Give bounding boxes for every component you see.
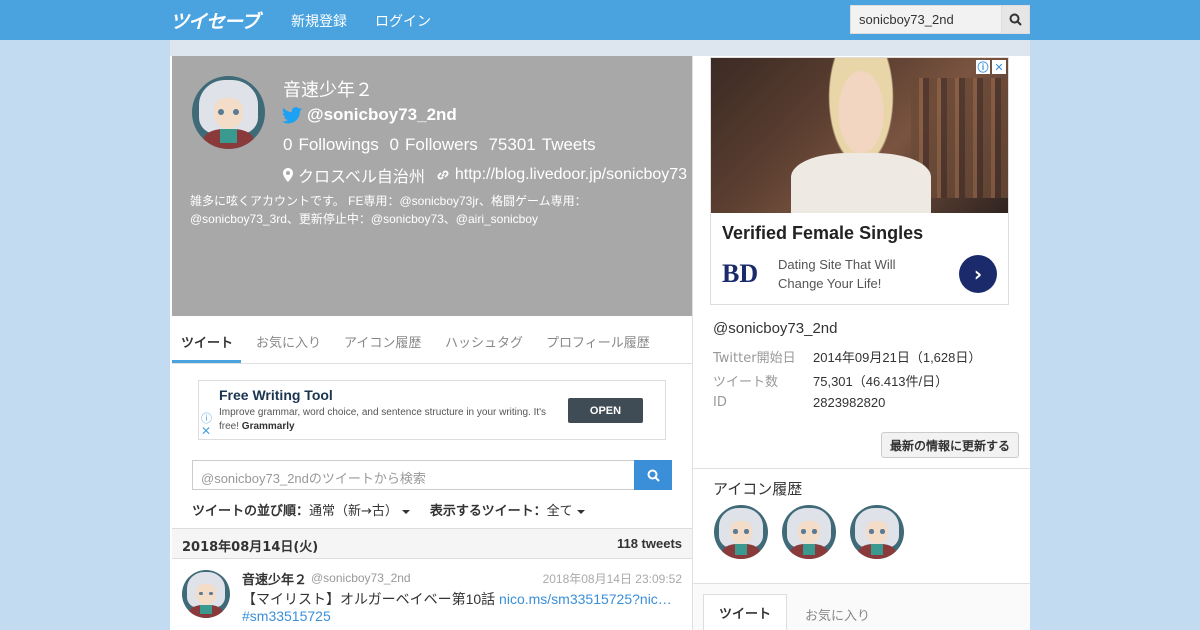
ad-info-icon[interactable]: ⓘ <box>976 60 990 74</box>
tab-favorites[interactable]: お気に入り <box>256 332 321 351</box>
section-divider <box>693 468 1030 469</box>
info-tweets-value: 75,301（46.413件/日） <box>813 374 949 389</box>
site-search-input[interactable]: sonicboy73_2nd <box>850 5 1002 34</box>
info-id-label: ID <box>713 395 727 410</box>
tweet-author-handle[interactable]: @sonicboy73_2nd <box>311 571 411 585</box>
sponsored-ad[interactable]: ⓘ ✕ Verified Female Singles BD Dating Si… <box>710 57 1009 305</box>
refresh-button[interactable]: 最新の情報に更新する <box>881 432 1019 458</box>
caret-down-icon <box>576 509 585 514</box>
tweet-link[interactable]: nico.ms/sm33515725?nic… <box>499 591 672 607</box>
tweet-hashtag[interactable]: #sm33515725 <box>242 608 331 624</box>
profile-location-row: クロスベル自治州 http://blog.livedoor.jp/sonicbo… <box>283 163 687 187</box>
column-divider <box>692 56 693 630</box>
search-icon <box>1009 13 1022 26</box>
tweets-count: 75301 <box>488 135 536 154</box>
ad-close-icon[interactable]: ✕ <box>201 424 211 438</box>
info-id-value: 2823982820 <box>813 395 886 410</box>
register-link[interactable]: 新規登録 <box>291 11 347 31</box>
tab-icon-history[interactable]: アイコン履歴 <box>344 332 421 351</box>
profile-bio: 雑多に呟くアカウントです。 FE専用：@sonicboy73jr、格闘ゲーム専用… <box>190 194 587 226</box>
followers-count: 0 <box>389 135 399 154</box>
tab-profile-history[interactable]: プロフィール履歴 <box>546 332 650 351</box>
date-group-count: 118 tweets <box>616 536 682 551</box>
tab-tweets[interactable]: ツイート <box>181 332 233 351</box>
icon-history-title: アイコン履歴 <box>713 480 803 498</box>
sponsor-logo: BD <box>722 259 759 288</box>
right-tab-favorites[interactable]: お気に入り <box>805 605 870 624</box>
icon-history-item[interactable] <box>714 505 768 559</box>
tweet-timestamp[interactable]: 2018年08月14日 23:09:52 <box>543 570 682 587</box>
date-group-header: 2018年08月14日(火) 118 tweets <box>172 528 692 559</box>
ad-banner[interactable]: Free Writing Tool Improve grammar, word … <box>198 380 666 440</box>
tab-hashtags[interactable]: ハッシュタグ <box>445 332 523 351</box>
site-search-button[interactable] <box>1001 5 1030 34</box>
right-tab-tweets[interactable]: ツイート <box>703 594 787 630</box>
active-tab-indicator <box>172 360 241 363</box>
tweet-filter-dropdown[interactable]: 表示するツイート：全て <box>430 500 585 519</box>
followings-label: Followings <box>298 135 379 154</box>
ad-brand: Grammarly <box>241 421 295 432</box>
caret-down-icon <box>401 509 410 514</box>
ad-close-icon[interactable]: ✕ <box>992 60 1006 74</box>
sponsor-description: Dating Site That Will Change Your Life! <box>778 257 896 291</box>
profile-tabs: ツイート お気に入り アイコン履歴 ハッシュタグ プロフィール履歴 <box>172 316 692 364</box>
ad-title[interactable]: Free Writing Tool <box>219 387 333 403</box>
chevron-right-icon[interactable]: › <box>959 255 997 293</box>
date-group-date[interactable]: 2018年08月14日(火) <box>182 536 318 555</box>
followers-label: Followers <box>404 135 478 154</box>
profile-stats: 0 Followings 0 Followers 75301 Tweets <box>283 135 602 155</box>
icon-history-item[interactable] <box>850 505 904 559</box>
followings-count: 0 <box>283 135 293 154</box>
container-top-strip <box>170 40 1030 56</box>
twitter-bird-icon <box>282 106 302 123</box>
tweet-search-button[interactable] <box>634 460 672 490</box>
ad-open-button[interactable]: OPEN <box>568 398 643 423</box>
info-start-label: Twitter開始日 <box>713 351 796 366</box>
sort-order-dropdown[interactable]: ツイートの並び順：通常（新→古） <box>192 500 410 519</box>
tweets-label: Tweets <box>541 135 596 154</box>
info-start-value: 2014年09月21日（1,628日） <box>813 350 982 365</box>
link-icon <box>437 170 449 180</box>
profile-handle[interactable]: @sonicboy73_2nd <box>307 105 457 125</box>
profile-location: クロスベル自治州 <box>298 169 425 186</box>
profile-handle-row: @sonicboy73_2nd <box>282 105 457 125</box>
tweet-avatar[interactable] <box>182 570 230 618</box>
ad-badges: ⓘ ✕ <box>976 60 1006 74</box>
ad-description: Improve grammar, word choice, and senten… <box>219 407 547 432</box>
sort-row: ツイートの並び順：通常（新→古） 表示するツイート：全て <box>192 500 585 519</box>
profile-avatar[interactable] <box>192 76 265 149</box>
tweet-search-input[interactable]: @sonicboy73_2ndのツイートから検索 <box>192 460 635 490</box>
search-icon <box>647 469 660 482</box>
top-navbar: ツイセーブ 新規登録 ログイン sonicboy73_2nd <box>0 0 1200 40</box>
tweet-author-name[interactable]: 音速少年２ <box>242 569 307 588</box>
sponsor-image[interactable] <box>711 58 1008 213</box>
site-logo[interactable]: ツイセーブ <box>170 7 260 34</box>
info-handle: @sonicboy73_2nd <box>713 320 838 337</box>
profile-url[interactable]: http://blog.livedoor.jp/sonicboy73 <box>455 166 687 184</box>
tweet-text: 【マイリスト】オルガーベイベー第10話 nico.ms/sm33515725?n… <box>242 591 672 607</box>
profile-name: 音速少年２ <box>283 80 373 101</box>
info-tweets-label: ツイート数 <box>713 375 779 390</box>
sponsor-title[interactable]: Verified Female Singles <box>722 223 923 244</box>
icon-history-item[interactable] <box>782 505 836 559</box>
login-link[interactable]: ログイン <box>375 11 431 31</box>
map-pin-icon <box>283 168 293 182</box>
